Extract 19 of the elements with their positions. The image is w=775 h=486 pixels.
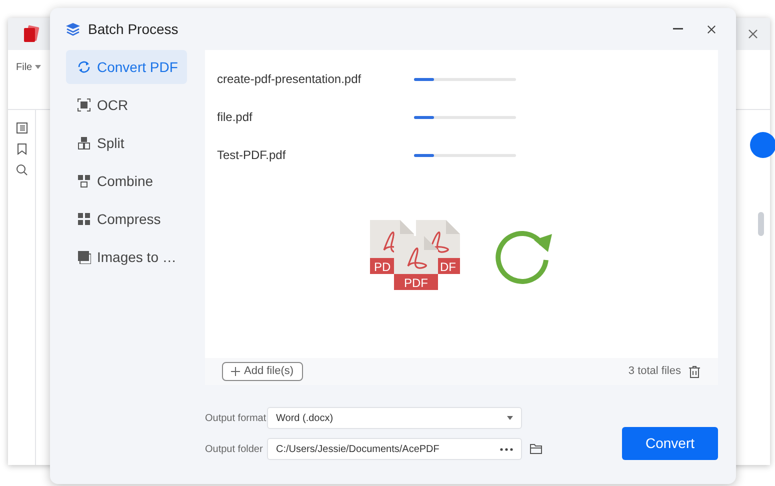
sidebar-item[interactable]: OCR bbox=[66, 88, 187, 122]
total-files-count: 3 total files bbox=[628, 364, 681, 380]
dialog-title: Batch Process bbox=[88, 20, 178, 38]
add-files-button[interactable]: Add file(s) bbox=[222, 362, 303, 381]
sidebar-item[interactable]: Split bbox=[66, 126, 187, 160]
output-format-select[interactable]: Word (.docx) bbox=[267, 407, 522, 429]
output-folder-field[interactable]: C:/Users/Jessie/Documents/AcePDF bbox=[267, 438, 522, 460]
field-label: Output format bbox=[205, 412, 267, 426]
sidebar-item[interactable]: Images to … bbox=[66, 240, 187, 274]
sidebar-item[interactable]: Compress bbox=[66, 202, 187, 236]
file-menu[interactable]: File bbox=[16, 62, 32, 73]
convert-button[interactable]: Convert bbox=[622, 427, 718, 460]
file-name: file.pdf bbox=[217, 109, 254, 126]
file-name: Test-PDF.pdf bbox=[217, 147, 287, 164]
pdf-files-drawing: PD DF PDF bbox=[370, 220, 462, 292]
file-name: create-pdf-presentation.pdf bbox=[217, 71, 362, 88]
field-label: Output folder bbox=[205, 442, 264, 456]
sidebar-item[interactable]: Combine bbox=[66, 164, 187, 198]
sidebar-item[interactable]: Convert PDF bbox=[66, 50, 187, 84]
